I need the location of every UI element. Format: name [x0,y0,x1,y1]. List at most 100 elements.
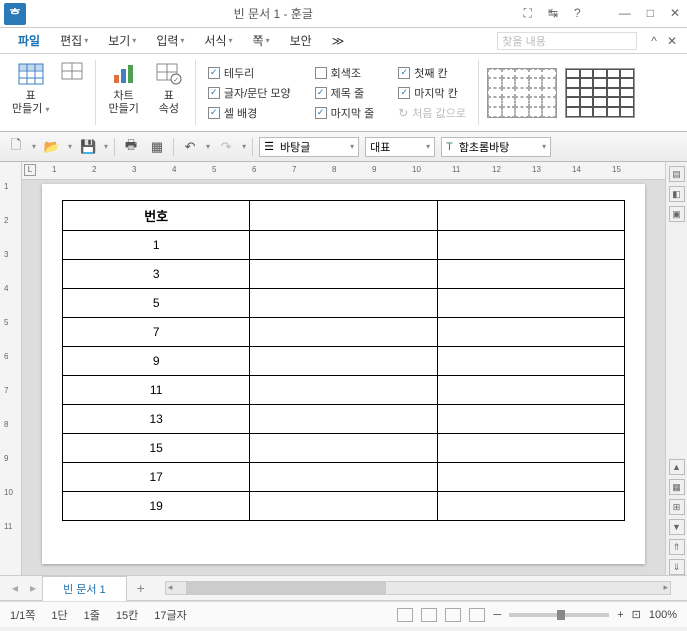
table-header-empty[interactable] [437,201,624,231]
tool-e[interactable]: ⊞ [669,499,685,515]
open-button[interactable]: 📂 [42,137,62,157]
title-bar: ᄒ 빈 문서 1 - 훈글 ⛶ ↹ ? ― □ ✕ [0,0,687,28]
vertical-ruler: 1234567891011 [0,162,22,575]
zoom-slider[interactable] [509,613,609,617]
minimize-button[interactable]: ― [616,6,634,21]
menu-input[interactable]: 입력▾ [148,29,192,52]
document-tab[interactable]: 빈 문서 1 [42,576,127,601]
tool-d[interactable]: ▦ [669,479,685,495]
status-bar: 1/1쪽 1단 1줄 15칸 17글자 ─ + ⊡ 100% [0,601,687,627]
table-make-button[interactable]: 표 만들기 ▾ [8,58,53,118]
menu-page[interactable]: 쪽▾ [245,29,278,52]
svg-text:✓: ✓ [173,77,179,84]
table-header[interactable]: 번호 [63,201,250,231]
table-row[interactable]: 9 [63,347,625,376]
document-table[interactable]: 번호 135791113151719 [62,200,625,521]
table-row[interactable]: 15 [63,434,625,463]
check-cell-bg[interactable]: 셀 배경 [204,103,261,123]
menu-edit[interactable]: 편집▾ [52,29,96,52]
check-text-shape[interactable]: 글자/문단 모양 [204,83,295,103]
view-mode-3[interactable] [445,608,461,622]
workspace: 1234567891011 L 123456789101112131415 번호… [0,162,687,575]
add-tab-button[interactable]: + [127,576,155,600]
zoom-value: 100% [649,609,677,621]
table-props-button[interactable]: ✓ 표 속성 [151,58,187,118]
tab-nav-right[interactable]: ▸ [24,581,42,595]
small-table-button[interactable] [57,58,87,118]
print-button[interactable]: 🖶 [121,137,141,157]
help-icon[interactable]: ? [571,6,584,21]
view-mode-4[interactable] [469,608,485,622]
scroll-up[interactable]: ▲ [669,459,685,475]
zoom-in[interactable]: + [617,609,623,621]
chart-make-button[interactable]: 차트 만들기 [104,58,142,118]
close-panel-icon[interactable]: ✕ [667,34,677,48]
status-section: 1단 [51,607,67,623]
document-area[interactable]: 번호 135791113151719 [22,180,665,575]
menu-file[interactable]: 파일 [10,29,48,52]
table-row[interactable]: 7 [63,318,625,347]
paragraph-style-combo[interactable]: ☰바탕글▾ [259,137,359,157]
menu-format[interactable]: 서식▾ [196,29,240,52]
menu-bar: 파일 편집▾ 보기▾ 입력▾ 서식▾ 쪽▾ 보안 ≫ 찾을 내용 ^ ✕ [0,28,687,54]
status-page: 1/1쪽 [10,607,35,623]
check-first-col[interactable]: 첫째 칸 [394,63,451,83]
table-row[interactable]: 3 [63,260,625,289]
status-line: 1줄 [84,607,100,623]
check-default[interactable]: ↻처음 값으로 [394,103,470,123]
tool-b[interactable]: ◧ [669,186,685,202]
check-last-row[interactable]: 마지막 줄 [311,103,379,123]
table-row[interactable]: 5 [63,289,625,318]
horizontal-ruler: L 123456789101112131415 [22,162,665,180]
close-button[interactable]: ✕ [667,6,683,21]
rep-combo[interactable]: 대표▾ [365,137,435,157]
check-gray[interactable]: 회색조 [311,63,365,83]
preview-button[interactable]: ▦ [147,137,167,157]
expand-icon[interactable]: ⛶ [521,6,535,21]
table-row[interactable]: 1 [63,231,625,260]
table-row[interactable]: 11 [63,376,625,405]
zoom-fit[interactable]: ⊡ [632,608,641,621]
status-chars: 17글자 [154,607,186,623]
document-tab-bar: ◂ ▸ 빈 문서 1 + ◂ ▸ [0,575,687,601]
shrink-icon[interactable]: ↹ [545,6,561,21]
undo-button[interactable]: ↶ [180,137,200,157]
menu-security[interactable]: 보안 [282,29,320,52]
horizontal-scrollbar[interactable]: ◂ ▸ [165,581,671,595]
toolbar: 🗋▾ 📂▾ 💾▾ 🖶 ▦ ↶▾ ↷▾ ☰바탕글▾ 대표▾ T함초롬바탕▾ [0,132,687,162]
menu-view[interactable]: 보기▾ [100,29,144,52]
app-icon: ᄒ [4,3,26,25]
table-row[interactable]: 13 [63,405,625,434]
view-mode-1[interactable] [397,608,413,622]
window-title: 빈 문서 1 - 훈글 [26,5,521,22]
right-toolbar: ▤ ◧ ▣ ▲ ▦ ⊞ ▼ ⇑ ⇓ [665,162,687,575]
page-up[interactable]: ⇑ [669,539,685,555]
maximize-button[interactable]: □ [644,6,657,21]
scroll-down[interactable]: ▼ [669,519,685,535]
table-style-solid[interactable] [565,68,635,118]
collapse-ribbon-icon[interactable]: ^ [651,34,657,48]
tool-c[interactable]: ▣ [669,206,685,222]
table-row[interactable]: 19 [63,492,625,521]
new-doc-button[interactable]: 🗋 [6,137,26,157]
search-input[interactable]: 찾을 내용 [497,32,637,50]
status-col: 15칸 [116,607,138,623]
check-border[interactable]: 테두리 [204,63,258,83]
table-header-empty[interactable] [250,201,437,231]
redo-button[interactable]: ↷ [216,137,236,157]
check-last-col[interactable]: 마지막 칸 [394,83,462,103]
font-combo[interactable]: T함초롬바탕▾ [441,137,551,157]
table-row[interactable]: 17 [63,463,625,492]
table-grid-icon [61,62,83,80]
ribbon: 표 만들기 ▾ 차트 만들기 ✓ 표 속성 테두리 글자/문단 모양 셀 배경 … [0,54,687,132]
page: 번호 135791113151719 [42,184,645,564]
view-mode-2[interactable] [421,608,437,622]
menu-more[interactable]: ≫ [324,31,353,51]
save-button[interactable]: 💾 [78,137,98,157]
tab-nav-left[interactable]: ◂ [6,581,24,595]
tool-a[interactable]: ▤ [669,166,685,182]
check-title-row[interactable]: 제목 줄 [311,83,368,103]
zoom-out[interactable]: ─ [493,609,501,621]
table-style-dashed[interactable] [487,68,557,118]
page-down[interactable]: ⇓ [669,559,685,575]
